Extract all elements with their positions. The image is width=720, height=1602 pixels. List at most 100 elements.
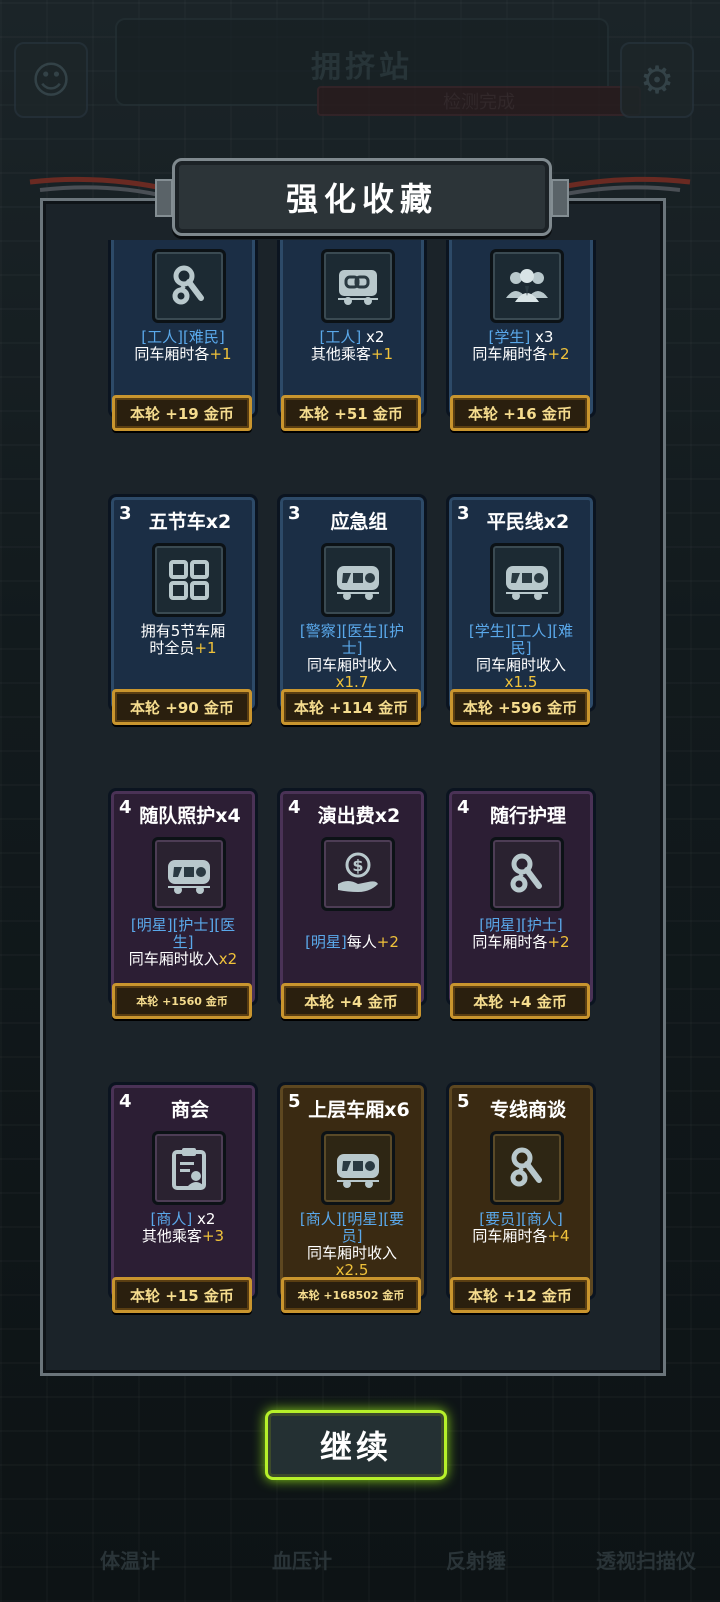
key-icon (490, 1131, 564, 1205)
role-tag: 民] (510, 639, 532, 657)
station-title: 拥挤站 (311, 50, 413, 85)
description-line: 民] (453, 640, 589, 657)
description-line: 其他乘客+3 (115, 1228, 251, 1245)
modal-title: 强化收藏 (285, 180, 438, 218)
card-description: [商人] x2 其他乘客+3 (115, 1211, 251, 1245)
group-icon (490, 249, 564, 323)
role-tag: [学生] (488, 328, 531, 346)
card-body[interactable]: 4 随队照护x4 [明星][护士][医 生] 同车厢时收入x2 (108, 788, 258, 1006)
description-text: 同车厢时各 (472, 345, 548, 363)
card-description: 拥有5节车厢 时全员+1 (115, 623, 251, 657)
description-text: 同车厢时各 (472, 933, 548, 951)
description-line: [明星][护士][医 (115, 917, 251, 934)
train-car-icon (152, 837, 226, 911)
description-line: 拥有5节车厢 (115, 623, 251, 640)
round-reward-badge: 本轮 +596 金币 (450, 689, 590, 725)
role-tag: [工人][难民] (141, 328, 225, 346)
station-subtitle: 检测完成 (317, 86, 641, 116)
description-line: [明星]每人+2 (284, 934, 420, 951)
description-text: 拥有5节车厢 (140, 622, 226, 640)
add-passenger-button: ☺ (14, 42, 88, 118)
card-body[interactable]: 3 五节车x2 拥有5节车厢 时全员+1 (108, 494, 258, 712)
description-line: [工人][难民] (115, 329, 251, 346)
round-reward-badge: 本轮 +19 金币 (112, 395, 252, 431)
description-text: x3 (530, 328, 554, 346)
description-line: 同车厢时收入 (453, 657, 589, 674)
gear-icon: ⚙ (639, 58, 675, 102)
card-name: 演出费x2 (317, 805, 401, 827)
card-name: 随队照护x4 (139, 805, 241, 827)
role-tag: [工人] (319, 328, 362, 346)
round-reward-badge: 本轮 +4 金币 (450, 983, 590, 1019)
role-tag: 生] (172, 933, 194, 951)
description-text: 同车厢时各 (472, 1227, 548, 1245)
description-text: 同车厢时收入 (475, 656, 566, 674)
modal-title-plate: 强化收藏 (155, 158, 569, 236)
description-line: [明星][护士] (453, 917, 589, 934)
card-description: [工人][难民] 同车厢时各+1 (115, 329, 251, 363)
card-description: [工人] x2 其他乘客+1 (284, 329, 420, 363)
description-line: [学生][工人][难 (453, 623, 589, 640)
description-text: 时全员 (149, 639, 195, 657)
clipboard-icon (152, 1131, 226, 1205)
settings-button: ⚙ (620, 42, 694, 118)
tool-blood-pressure: 血压计 (272, 1549, 332, 1573)
card-body[interactable]: [工人] x2 其他乘客+1 (277, 240, 427, 418)
description-line: [学生] x3 (453, 329, 589, 346)
card-body[interactable]: 3 应急组 [警察][医生][护 士] 同车厢时收入 x1.7 (277, 494, 427, 712)
card-grid[interactable]: [工人][难民] 同车厢时各+1 本轮 +19 金币 [工人] x2 其他乘客+1 本轮 … (102, 240, 612, 1360)
role-tag: [明星][护士] (479, 916, 563, 934)
card-description: [学生] x3 同车厢时各+2 (453, 329, 589, 363)
continue-button[interactable]: 继续 (265, 1410, 447, 1480)
round-reward-badge: 本轮 +15 金币 (112, 1277, 252, 1313)
description-line: 士] (284, 640, 420, 657)
card-body[interactable]: 4 随行护理 [明星][护士] 同车厢时各+2 (446, 788, 596, 1006)
round-reward-badge: 本轮 +90 金币 (112, 689, 252, 725)
bonus-value: +2 (547, 345, 570, 363)
card-description: [商人][明星][要 员] 同车厢时收入 x2.5 (284, 1211, 420, 1279)
description-text: x2 (192, 1210, 216, 1228)
description-text: 同车厢时各 (134, 345, 210, 363)
description-line: [要员][商人] (453, 1211, 589, 1228)
card-body[interactable]: 4 演出费x2 $ [明星]每人+2 (277, 788, 427, 1006)
bonus-value: +1 (194, 639, 217, 657)
role-tag: [明星] (305, 933, 347, 951)
role-tag: [商人][明星][要 (299, 1210, 405, 1228)
description-line: 同车厢时收入x2 (115, 951, 251, 968)
card-name: 随行护理 (489, 805, 566, 827)
train-car-icon (321, 543, 395, 617)
description-line: [商人][明星][要 (284, 1211, 420, 1228)
description-line (284, 917, 420, 934)
description-line: 其他乘客+1 (284, 346, 420, 363)
round-reward-badge: 本轮 +168502 金币 (281, 1277, 421, 1313)
grid-icon (152, 543, 226, 617)
description-line: 同车厢时各+1 (115, 346, 251, 363)
description-line: [警察][医生][护 (284, 623, 420, 640)
money-hand-icon: $ (321, 837, 395, 911)
bonus-value: +1 (370, 345, 394, 363)
card-description: [要员][商人] 同车厢时各+4 (453, 1211, 589, 1245)
role-tag: [学生][工人][难 (468, 622, 574, 640)
card-body[interactable]: [工人][难民] 同车厢时各+1 (108, 240, 258, 418)
card-body[interactable]: 5 专线商谈 [要员][商人] 同车厢时各+4 (446, 1082, 596, 1300)
card-body[interactable]: 5 上层车厢x6 [商人][明星][要 员] 同车厢时收入 x2.5 (277, 1082, 427, 1300)
role-tag: [要员][商人] (479, 1210, 563, 1228)
card-name: 五节车x2 (148, 511, 232, 533)
card-body[interactable]: [学生] x3 同车厢时各+2 (446, 240, 596, 418)
card-description: [警察][医生][护 士] 同车厢时收入 x1.7 (284, 623, 420, 691)
description-text: 同车厢时收入 (306, 656, 397, 674)
description-line: 同车厢时各+2 (453, 934, 589, 951)
card-body[interactable]: 3 平民线x2 [学生][工人][难 民] 同车厢时收入 x1.5 (446, 494, 596, 712)
round-reward-badge: 本轮 +1560 金币 (112, 983, 252, 1019)
card-body[interactable]: 4 商会 [商人] x2 其他乘客+3 (108, 1082, 258, 1300)
coupler-icon (321, 249, 395, 323)
train-car-icon (490, 543, 564, 617)
add-user-icon: ☺ (31, 58, 71, 102)
key-icon (490, 837, 564, 911)
role-tag: [明星][护士][医 (130, 916, 236, 934)
role-tag: [商人] (150, 1210, 193, 1228)
station-header: 拥挤站 检测完成 (115, 18, 641, 116)
card-name: 上层车厢x6 (308, 1099, 410, 1121)
description-text: 同车厢时收入 (128, 950, 219, 968)
description-line: 同车厢时收入 (284, 657, 420, 674)
